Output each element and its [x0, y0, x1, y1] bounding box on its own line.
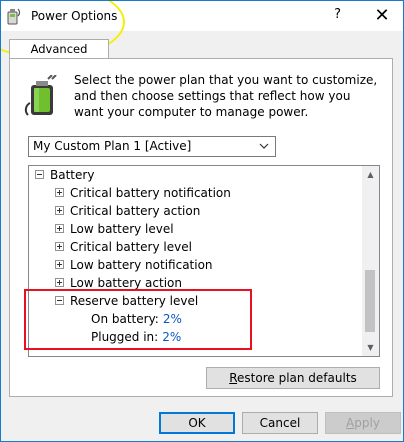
expand-icon[interactable]: [55, 188, 64, 197]
cancel-button[interactable]: Cancel: [242, 412, 318, 434]
expand-icon[interactable]: [55, 242, 64, 251]
window-title: Power Options: [31, 9, 118, 23]
tree-item-label: Low battery action: [70, 276, 182, 290]
tree-item-low-battery-notification[interactable]: Low battery notification: [55, 256, 213, 274]
power-options-app-icon: [7, 8, 21, 25]
apply-button[interactable]: Apply: [325, 412, 401, 434]
tree-item-label: Battery: [50, 168, 95, 182]
apply-label-rest: pply: [354, 416, 380, 430]
tree-item-label: Critical battery notification: [70, 186, 231, 200]
restore-accelerator: R: [229, 371, 238, 385]
power-plan-selected-value: My Custom Plan 1 [Active]: [33, 139, 192, 153]
scrollbar-thumb[interactable]: [365, 270, 375, 332]
tree-item-label: Low battery level: [70, 222, 174, 236]
power-options-window: Power Options ? ✕ Advanced settings Sele…: [0, 0, 404, 442]
ok-button[interactable]: OK: [159, 412, 235, 434]
tree-item-reserve-battery-level[interactable]: Reserve battery level: [55, 292, 198, 310]
plugged-in-value[interactable]: 2%: [162, 330, 181, 344]
expand-icon[interactable]: [55, 206, 64, 215]
tree-item-critical-battery-notification[interactable]: Critical battery notification: [55, 184, 231, 202]
restore-plan-defaults-button[interactable]: Restore plan defaults: [206, 367, 380, 389]
title-bar[interactable]: Power Options ? ✕: [1, 1, 403, 31]
expand-icon[interactable]: [55, 260, 64, 269]
tree-item-battery[interactable]: Battery: [35, 166, 94, 184]
collapse-icon[interactable]: [35, 170, 44, 179]
tree-item-critical-battery-action[interactable]: Critical battery action: [55, 202, 200, 220]
close-button[interactable]: ✕: [367, 4, 397, 28]
collapse-icon[interactable]: [55, 296, 64, 305]
battery-plug-icon: [24, 75, 57, 116]
scroll-down-arrow-icon[interactable]: ▼: [362, 339, 379, 356]
advanced-settings-panel: Select the power plan that you want to c…: [9, 58, 393, 397]
tree-item-label: Low battery notification: [70, 258, 213, 272]
expand-icon[interactable]: [55, 224, 64, 233]
setting-on-battery[interactable]: On battery: 2%: [91, 310, 182, 328]
intro-text: Select the power plan that you want to c…: [74, 73, 378, 119]
help-button[interactable]: ?: [334, 7, 341, 22]
tree-item-label: Critical battery action: [70, 204, 201, 218]
tab-advanced-settings[interactable]: Advanced settings: [9, 39, 109, 74]
tree-item-label: Critical battery level: [70, 240, 192, 254]
on-battery-value[interactable]: 2%: [163, 312, 182, 326]
on-battery-label: On battery:: [91, 312, 159, 326]
expand-icon[interactable]: [55, 278, 64, 287]
setting-plugged-in[interactable]: Plugged in: 2%: [91, 328, 181, 346]
settings-tree[interactable]: Battery Critical battery notification Cr…: [28, 165, 380, 357]
plugged-in-label: Plugged in:: [91, 330, 159, 344]
chevron-down-icon[interactable]: [258, 137, 270, 156]
tree-item-label: Reserve battery level: [70, 294, 199, 308]
tree-item-critical-battery-level[interactable]: Critical battery level: [55, 238, 192, 256]
restore-label-rest: estore plan defaults: [237, 371, 357, 385]
tree-item-low-battery-action[interactable]: Low battery action: [55, 274, 182, 292]
scroll-up-arrow-icon[interactable]: ▲: [362, 166, 379, 183]
tree-scrollbar[interactable]: ▲ ▼: [362, 166, 379, 356]
tree-item-low-battery-level[interactable]: Low battery level: [55, 220, 174, 238]
power-plan-dropdown[interactable]: My Custom Plan 1 [Active]: [28, 136, 276, 157]
